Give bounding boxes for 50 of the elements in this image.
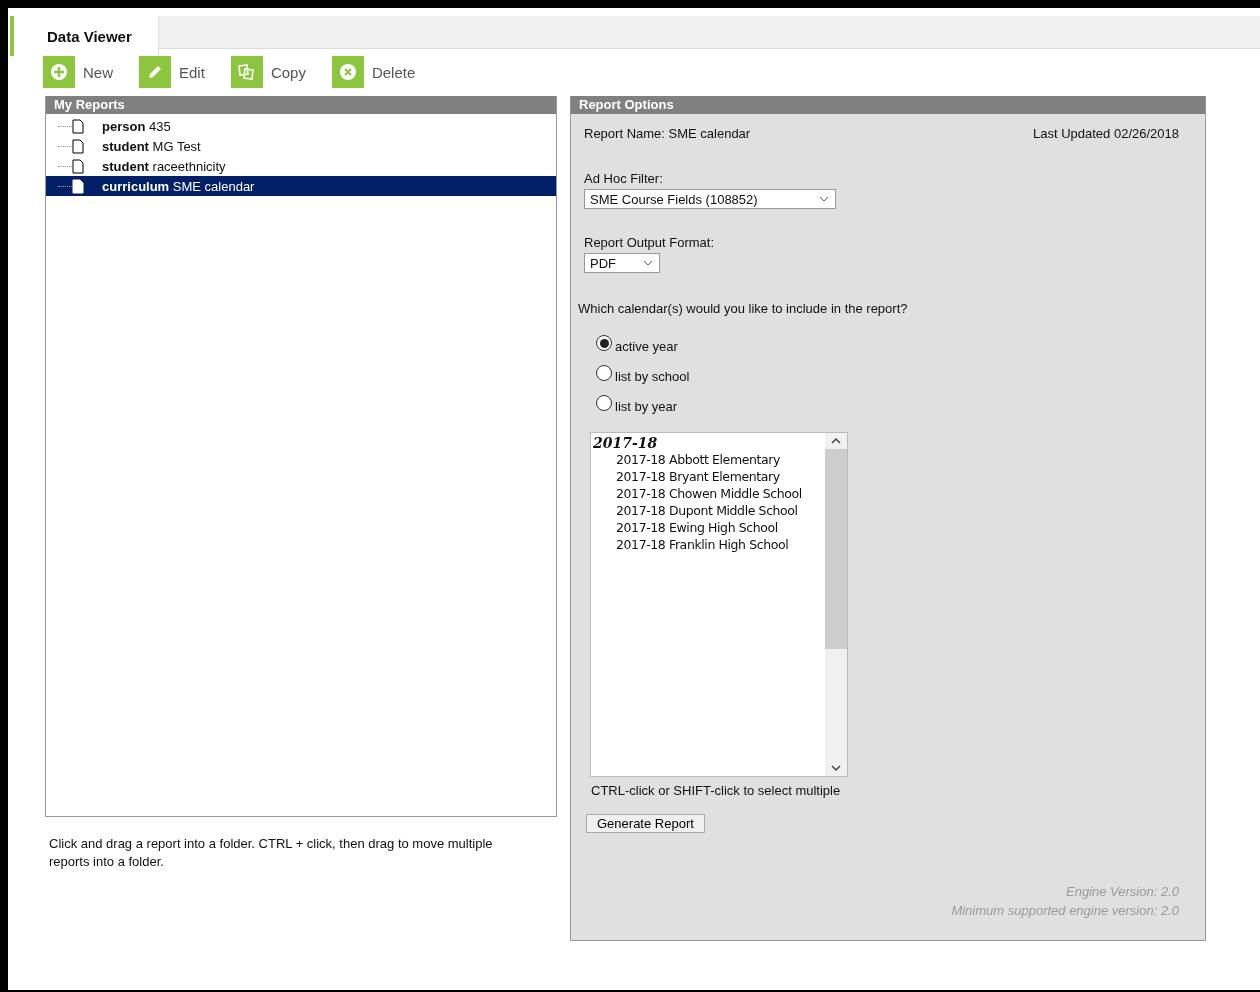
report-item[interactable]: student MG Test [46,136,556,156]
document-icon [72,118,84,134]
format-dropdown[interactable]: PDF [584,253,660,273]
scrollbar[interactable] [825,433,847,776]
plus-icon [50,63,68,81]
panel-title: Report Options [571,96,1205,114]
report-item[interactable]: student raceethnicity [46,156,556,176]
calendar-option[interactable]: 2017-18 Chowen Middle School [591,485,825,502]
radio-label: list by year [615,399,678,414]
field-label: Report Output Format: [584,235,716,250]
panel-title: My Reports [46,96,556,114]
field-label: Ad Hoc Filter: [584,171,664,186]
hint-text: CTRL-click or SHIFT-click to select multiple [591,783,842,798]
pencil-icon [146,63,164,81]
delete-icon [338,63,357,81]
calendar-option[interactable]: 2017-18 Franklin High School [591,536,825,553]
document-icon [72,178,84,194]
filter-dropdown[interactable]: SME Course Fields (108852) [584,189,836,209]
copy-icon [236,63,257,81]
question-text: Which calendar(s) would you like to include in the report? [578,301,909,316]
version-text: Minimum supported engine version: 2.0 [951,903,1179,918]
radio-button[interactable] [596,395,612,411]
version-text: Engine Version: 2.0 [1066,884,1179,899]
chevron-up-icon[interactable] [831,437,841,445]
document-icon [72,138,84,154]
report-name: Report Name: SME calendar [584,126,751,141]
generate-report-button[interactable]: Generate Report [586,814,705,833]
calendar-option[interactable]: 2017-18 Dupont Middle School [591,502,825,519]
chevron-down-icon[interactable] [831,764,841,772]
calendar-listbox[interactable]: 2017-18 2017-18 Abbott Elementary 2017-18 Bryant Elementary 2017-18 Chowen Middle School 2017-18 Dupont Middle School 2017-18 Ewing High School 2017-18 Franklin High School [590,432,848,777]
report-item[interactable]: person 435 [46,116,556,136]
tab[interactable]: Data Viewer [10,16,159,56]
toolbar-button[interactable]: Copy [230,56,306,88]
toolbar-button[interactable]: Edit [139,56,205,88]
radio-button[interactable] [596,365,612,381]
calendar-option[interactable]: 2017-18 Bryant Elementary [591,468,825,485]
calendar-option[interactable]: 2017-18 Abbott Elementary [591,451,825,468]
last-updated: Last Updated 02/26/2018 [1033,126,1179,141]
toolbar-button[interactable]: New [43,56,113,88]
radio-label: list by school [615,369,690,384]
calendar-option[interactable]: 2017-18 Ewing High School [591,519,825,536]
chevron-down-icon [819,196,829,202]
radio-label: active year [615,339,678,354]
report-item[interactable]: curriculum SME calendar [46,176,556,196]
toolbar-button[interactable]: Delete [331,56,416,88]
help-text: Click and drag a report into a folder. CTRL + click, then drag to move multiple reports into a folder. [48,835,494,871]
document-icon [72,158,84,174]
radio-button[interactable] [596,335,612,351]
chevron-down-icon [643,260,653,266]
list-group-header: 2017-18 [592,435,659,451]
